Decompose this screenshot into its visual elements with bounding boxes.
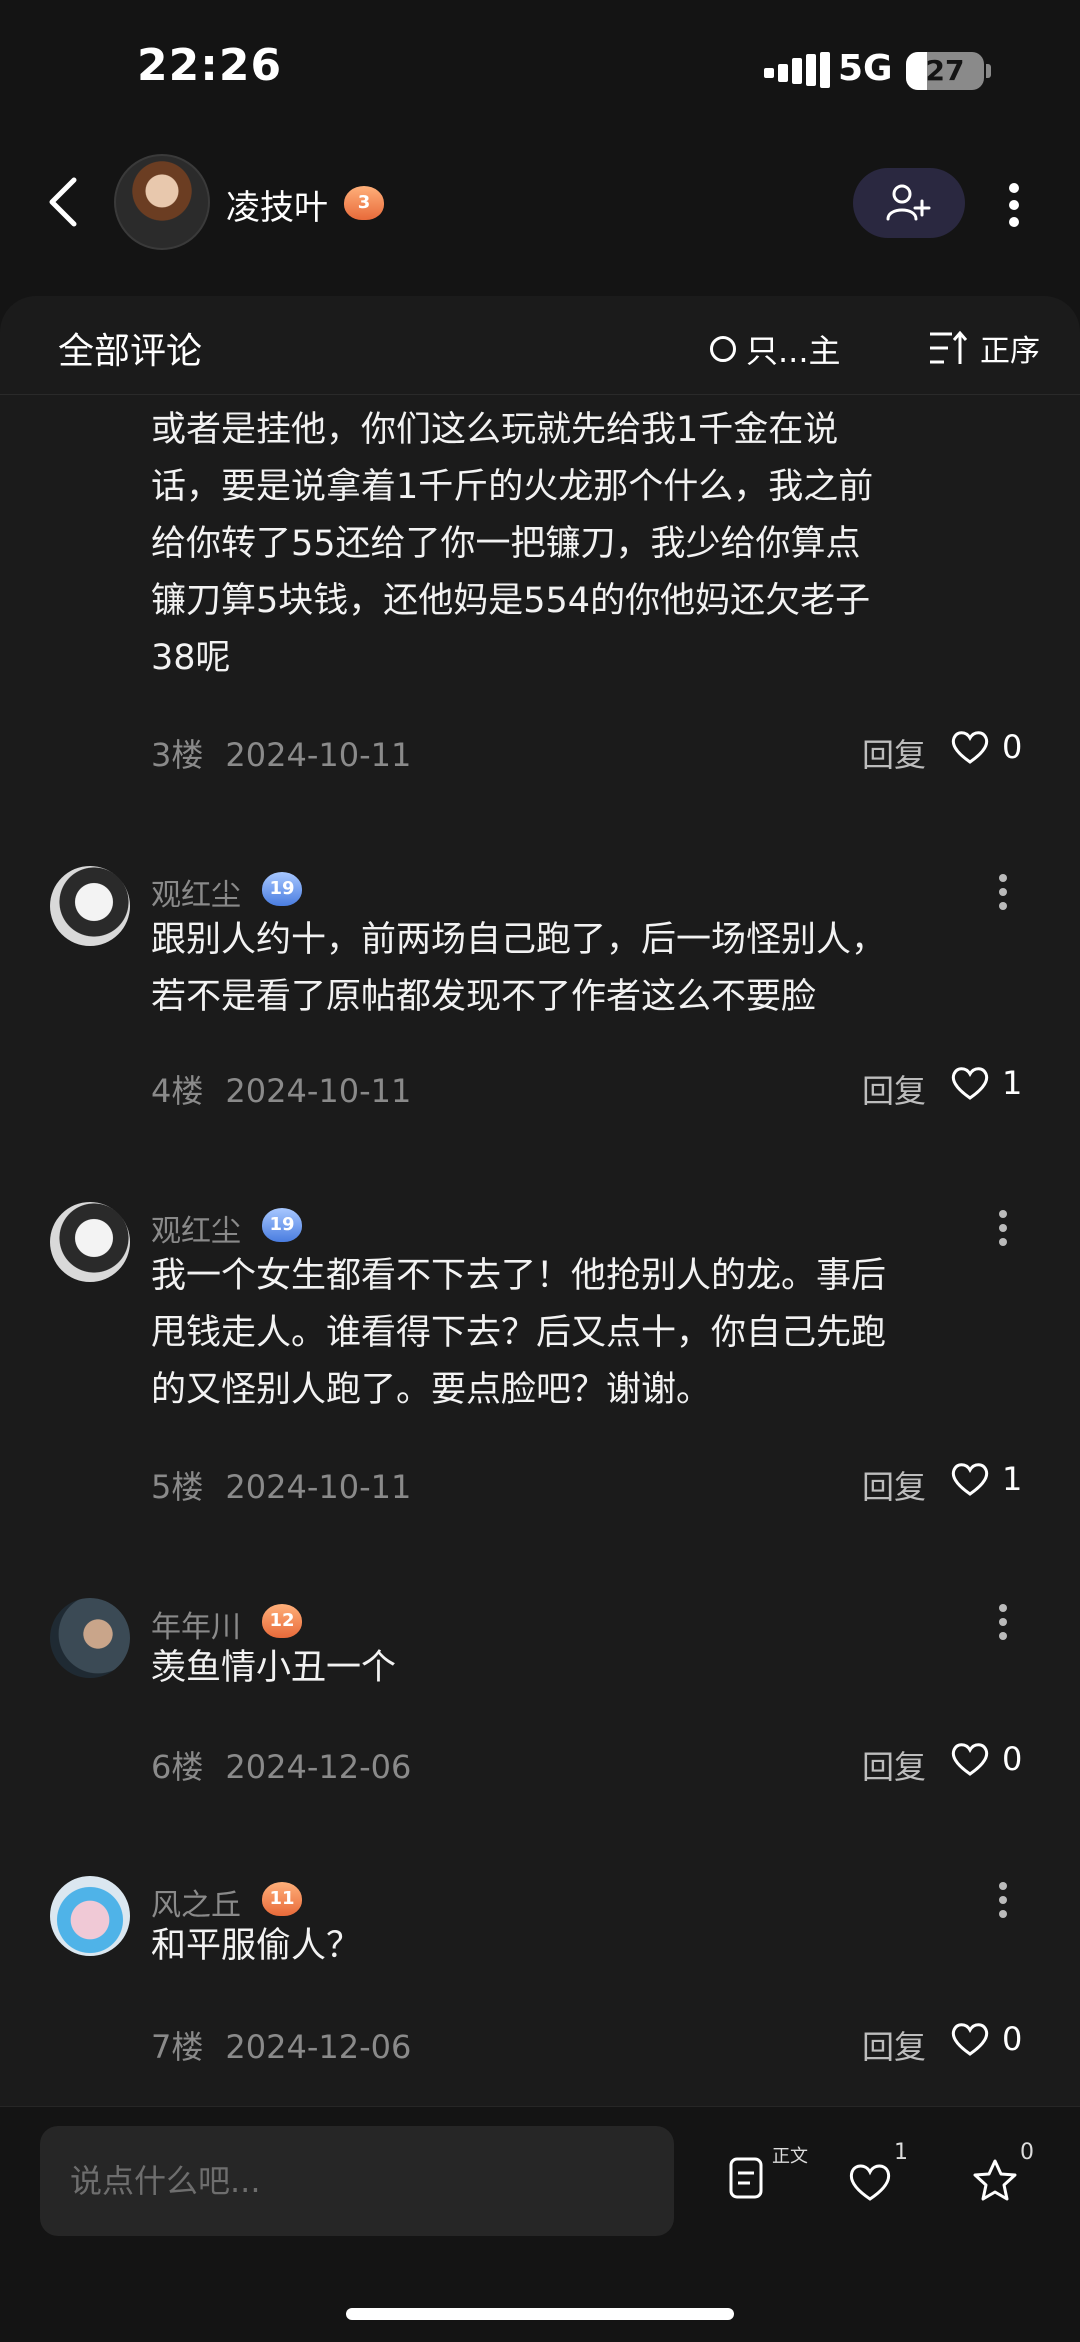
back-arrow-icon[interactable] bbox=[44, 176, 84, 228]
reply-button[interactable]: 回复 bbox=[862, 1066, 926, 1112]
heart-icon[interactable] bbox=[848, 2162, 892, 2202]
floor-number: 7楼 bbox=[151, 2028, 204, 2066]
like-button[interactable]: 1 bbox=[950, 1460, 1022, 1498]
comment-text: 和平服偷人？ bbox=[151, 1926, 362, 1966]
comment-more-icon[interactable] bbox=[997, 872, 1009, 912]
author-name[interactable]: 凌技叶 bbox=[226, 180, 328, 229]
level-badge-icon: 12 bbox=[262, 1604, 302, 1638]
comment-more-icon[interactable] bbox=[997, 1602, 1009, 1642]
body-text-label: 正文 bbox=[772, 2146, 808, 2167]
comment-input[interactable]: 说点什么吧... bbox=[40, 2126, 674, 2236]
commenter-avatar[interactable] bbox=[50, 1202, 130, 1282]
like-count: 1 bbox=[1002, 1064, 1023, 1102]
comment-more-icon[interactable] bbox=[997, 1880, 1009, 1920]
reply-button[interactable]: 回复 bbox=[862, 2022, 926, 2068]
sort-toggle[interactable]: 正序 bbox=[928, 326, 1040, 370]
follow-button[interactable] bbox=[853, 168, 965, 238]
reply-button[interactable]: 回复 bbox=[862, 1462, 926, 1508]
level-badge-icon: 19 bbox=[262, 872, 302, 906]
comment-meta: 7楼 2024-12-06 bbox=[151, 2022, 433, 2068]
level-badge-icon: 19 bbox=[262, 1208, 302, 1242]
commenter-avatar[interactable] bbox=[50, 866, 130, 946]
network-label: 5G bbox=[838, 48, 893, 89]
battery-icon: 27 bbox=[906, 52, 984, 90]
comment-date: 2024-10-11 bbox=[225, 1072, 412, 1110]
comment-date: 2024-10-11 bbox=[225, 736, 412, 774]
floor-number: 4楼 bbox=[151, 1072, 204, 1110]
heart-icon bbox=[951, 1463, 989, 1496]
like-count: 0 bbox=[1002, 2020, 1023, 2058]
commenter-name[interactable]: 观红尘 bbox=[151, 1206, 241, 1250]
commenter-avatar[interactable] bbox=[50, 1598, 130, 1678]
body-text-icon[interactable] bbox=[728, 2156, 764, 2200]
author-avatar[interactable] bbox=[114, 154, 210, 250]
comment-date: 2024-12-06 bbox=[225, 2028, 412, 2066]
status-time: 22:26 bbox=[137, 40, 283, 91]
commenter-avatar[interactable] bbox=[50, 1876, 130, 1956]
only-owner-toggle[interactable]: 只...主 bbox=[710, 326, 841, 372]
battery-level: 27 bbox=[925, 54, 965, 87]
radio-circle-icon bbox=[710, 336, 736, 362]
signal-icon bbox=[764, 52, 830, 88]
heart-icon bbox=[951, 1743, 989, 1776]
like-button[interactable]: 0 bbox=[950, 2020, 1022, 2058]
like-count: 0 bbox=[1002, 1740, 1023, 1778]
like-button[interactable]: 0 bbox=[950, 1740, 1022, 1778]
heart-icon bbox=[951, 731, 989, 764]
comment-meta: 3楼 2024-10-11 bbox=[151, 730, 433, 776]
floor-number: 6楼 bbox=[151, 1748, 204, 1786]
battery-tip bbox=[986, 64, 991, 78]
comment-text: 我一个女生都看不下去了！他抢别人的龙。事后 甩钱走人。谁看得下去？后又点十，你自… bbox=[151, 1256, 887, 1410]
heart-icon bbox=[951, 1067, 989, 1100]
all-comments-title: 全部评论 bbox=[58, 331, 203, 372]
comment-date: 2024-10-11 bbox=[225, 1468, 412, 1506]
like-button[interactable]: 1 bbox=[950, 1064, 1022, 1102]
sort-label: 正序 bbox=[980, 334, 1040, 369]
star-icon[interactable] bbox=[972, 2158, 1018, 2202]
comment-meta: 6楼 2024-12-06 bbox=[151, 1742, 433, 1788]
comment-text: 或者是挂他，你们这么玩就先给我1千金在说 话，要是说拿着1千斤的火龙那个什么，我… bbox=[151, 410, 874, 678]
floor-number: 3楼 bbox=[151, 736, 204, 774]
level-badge-icon: 3 bbox=[344, 186, 384, 220]
like-total: 1 bbox=[894, 2140, 908, 2165]
comment-meta: 5楼 2024-10-11 bbox=[151, 1462, 433, 1508]
heart-icon bbox=[951, 2023, 989, 2056]
like-count: 0 bbox=[1002, 728, 1023, 766]
reply-button[interactable]: 回复 bbox=[862, 1742, 926, 1788]
more-options-icon[interactable] bbox=[1004, 180, 1024, 230]
comment-date: 2024-12-06 bbox=[225, 1748, 412, 1786]
comment-meta: 4楼 2024-10-11 bbox=[151, 1066, 433, 1112]
commenter-name[interactable]: 观红尘 bbox=[151, 870, 241, 914]
comment-more-icon[interactable] bbox=[997, 1208, 1009, 1248]
favorite-total: 0 bbox=[1020, 2140, 1034, 2165]
like-button[interactable]: 0 bbox=[950, 728, 1022, 766]
comment-text: 跟别人约十，前两场自己跑了，后一场怪别人， 若不是看了原帖都发现不了作者这么不要… bbox=[151, 920, 887, 1017]
only-owner-label: 只...主 bbox=[746, 332, 841, 370]
reply-button[interactable]: 回复 bbox=[862, 730, 926, 776]
level-badge-icon: 11 bbox=[262, 1882, 302, 1916]
sort-icon bbox=[930, 330, 968, 364]
comment-text: 羡鱼情小丑一个 bbox=[151, 1648, 397, 1688]
like-count: 1 bbox=[1002, 1460, 1023, 1498]
floor-number: 5楼 bbox=[151, 1468, 204, 1506]
home-indicator[interactable] bbox=[346, 2308, 734, 2320]
add-user-icon bbox=[886, 184, 931, 221]
